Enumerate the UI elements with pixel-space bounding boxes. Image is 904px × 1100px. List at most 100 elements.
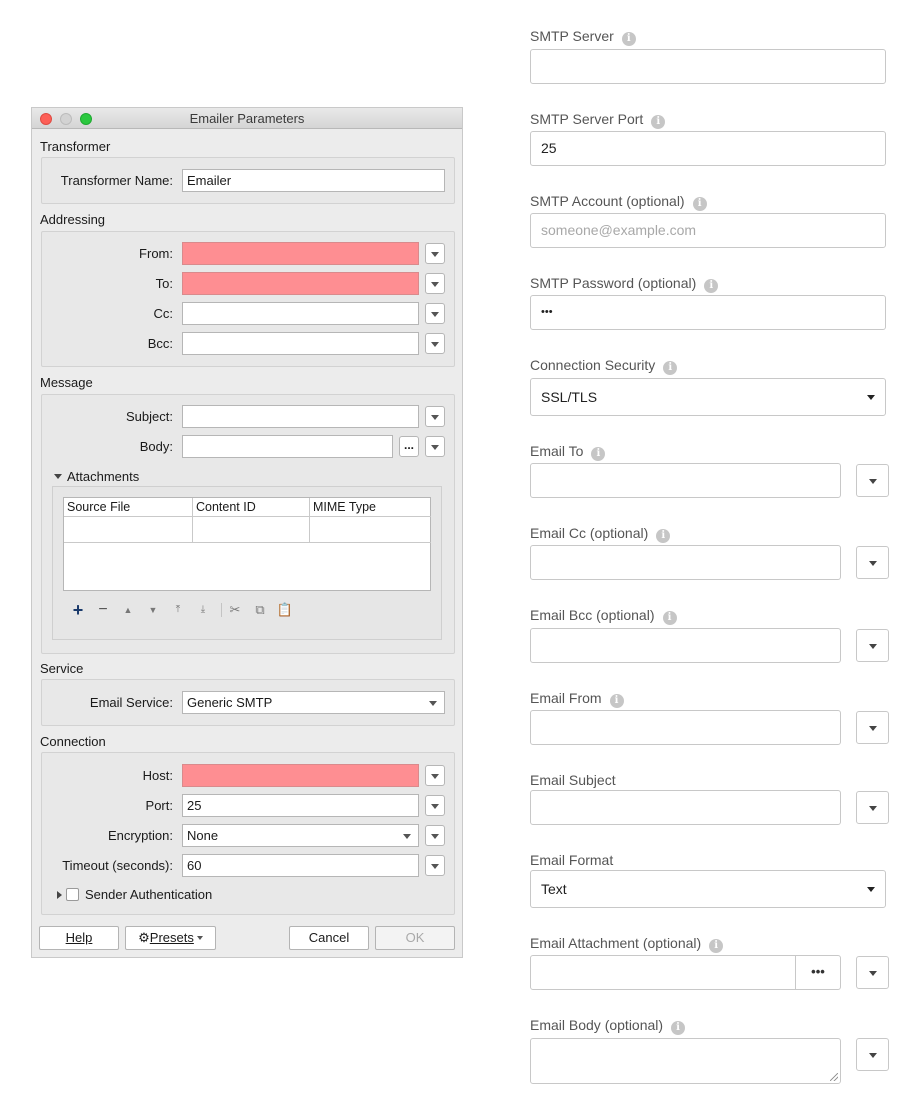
chevron-down-icon bbox=[196, 936, 203, 940]
help-button-label: Help bbox=[65, 930, 93, 945]
close-window-icon[interactable] bbox=[40, 113, 52, 125]
section-title-connection: Connection bbox=[40, 734, 106, 749]
email-bcc-dropdown-button[interactable] bbox=[856, 629, 889, 662]
smtp-server-port-input[interactable]: 25 bbox=[530, 131, 886, 166]
to-label: To: bbox=[155, 276, 173, 291]
column-header-mime-type[interactable]: MIME Type bbox=[310, 498, 431, 517]
ok-button[interactable]: OK bbox=[375, 926, 455, 950]
info-icon[interactable]: i bbox=[656, 529, 671, 543]
info-icon[interactable]: i bbox=[692, 197, 707, 211]
email-bcc-input[interactable] bbox=[530, 628, 841, 663]
connection-security-select[interactable]: SSL/TLS bbox=[530, 378, 886, 416]
body-editor-button[interactable]: ... bbox=[399, 436, 419, 457]
info-icon[interactable]: i bbox=[651, 115, 666, 129]
email-from-label: Email From i bbox=[530, 690, 624, 708]
email-subject-dropdown-button[interactable] bbox=[856, 791, 889, 824]
move-down-icon[interactable]: ▼ bbox=[144, 601, 162, 619]
email-attachment-browse-button[interactable]: ••• bbox=[795, 955, 841, 990]
resize-grip-icon[interactable] bbox=[830, 1073, 838, 1081]
timeout-dropdown-button[interactable] bbox=[425, 855, 445, 876]
zoom-window-icon[interactable] bbox=[80, 113, 92, 125]
from-field[interactable] bbox=[182, 242, 419, 265]
encryption-select[interactable]: None bbox=[182, 824, 419, 847]
subject-label: Subject: bbox=[126, 409, 173, 424]
presets-button[interactable]: ⚙Presets bbox=[125, 926, 216, 950]
paste-icon[interactable]: 📋 bbox=[276, 601, 294, 619]
move-up-icon[interactable]: ▲ bbox=[119, 601, 137, 619]
cc-dropdown-button[interactable] bbox=[425, 303, 445, 324]
smtp-account-input[interactable]: someone@example.com bbox=[530, 213, 886, 248]
attachments-table: Source File Content ID MIME Type bbox=[63, 497, 431, 591]
email-attachment-input[interactable] bbox=[530, 955, 796, 990]
info-icon[interactable]: i bbox=[609, 694, 624, 708]
email-bcc-label: Email Bcc (optional) i bbox=[530, 607, 677, 625]
service-group: Email Service: Generic SMTP bbox=[41, 679, 455, 726]
sender-authentication-toggle[interactable]: Sender Authentication bbox=[57, 887, 212, 910]
info-icon[interactable]: i bbox=[591, 447, 606, 461]
attachments-label: Attachments bbox=[67, 469, 140, 484]
from-dropdown-button[interactable] bbox=[425, 243, 445, 264]
info-icon[interactable]: i bbox=[704, 279, 719, 293]
move-to-bottom-icon[interactable]: ⤓ bbox=[194, 601, 212, 619]
sender-authentication-checkbox[interactable] bbox=[66, 888, 79, 901]
email-subject-label-text: Email Subject bbox=[530, 772, 616, 788]
help-button[interactable]: Help bbox=[39, 926, 119, 950]
table-cell[interactable] bbox=[310, 517, 431, 543]
transformer-name-field[interactable]: Emailer bbox=[182, 169, 445, 192]
cancel-button[interactable]: Cancel bbox=[289, 926, 369, 950]
column-header-source-file[interactable]: Source File bbox=[64, 498, 193, 517]
smtp-password-input[interactable]: ••• bbox=[530, 295, 886, 330]
remove-row-icon[interactable]: − bbox=[94, 601, 112, 619]
email-body-textarea[interactable] bbox=[530, 1038, 841, 1084]
host-field[interactable] bbox=[182, 764, 419, 787]
cut-icon[interactable]: ✂ bbox=[226, 601, 244, 619]
email-service-select[interactable]: Generic SMTP bbox=[182, 691, 445, 714]
add-row-icon[interactable]: + bbox=[69, 601, 87, 619]
section-title-message: Message bbox=[40, 375, 93, 390]
timeout-field[interactable]: 60 bbox=[182, 854, 419, 877]
email-cc-input[interactable] bbox=[530, 545, 841, 580]
email-format-label: Email Format bbox=[530, 852, 613, 868]
host-dropdown-button[interactable] bbox=[425, 765, 445, 786]
encryption-label: Encryption: bbox=[107, 828, 173, 843]
body-dropdown-button[interactable] bbox=[425, 436, 445, 457]
to-dropdown-button[interactable] bbox=[425, 273, 445, 294]
table-cell[interactable] bbox=[64, 517, 193, 543]
body-field[interactable] bbox=[182, 435, 393, 458]
table-cell[interactable] bbox=[193, 517, 310, 543]
email-attachment-dropdown-button[interactable] bbox=[856, 956, 889, 989]
subject-field[interactable] bbox=[182, 405, 419, 428]
attachments-toggle[interactable]: Attachments bbox=[54, 469, 139, 484]
email-to-label-text: Email To bbox=[530, 443, 584, 459]
column-header-content-id[interactable]: Content ID bbox=[193, 498, 310, 517]
copy-icon[interactable]: ⧉ bbox=[251, 601, 269, 619]
email-cc-dropdown-button[interactable] bbox=[856, 546, 889, 579]
bcc-dropdown-button[interactable] bbox=[425, 333, 445, 354]
encryption-dropdown-button[interactable] bbox=[425, 825, 445, 846]
from-label: From: bbox=[139, 246, 173, 261]
email-format-select[interactable]: Text bbox=[530, 870, 886, 908]
email-from-dropdown-button[interactable] bbox=[856, 711, 889, 744]
subject-dropdown-button[interactable] bbox=[425, 406, 445, 427]
email-subject-input[interactable] bbox=[530, 790, 841, 825]
smtp-server-input[interactable] bbox=[530, 49, 886, 84]
smtp-server-label-text: SMTP Server bbox=[530, 28, 614, 44]
bcc-field[interactable] bbox=[182, 332, 419, 355]
email-from-input[interactable] bbox=[530, 710, 841, 745]
to-field[interactable] bbox=[182, 272, 419, 295]
email-to-input[interactable] bbox=[530, 463, 841, 498]
cc-field[interactable] bbox=[182, 302, 419, 325]
info-icon[interactable]: i bbox=[662, 611, 677, 625]
email-cc-label: Email Cc (optional) i bbox=[530, 525, 671, 543]
move-to-top-icon[interactable]: ⤒ bbox=[169, 601, 187, 619]
info-icon[interactable]: i bbox=[709, 939, 724, 953]
email-to-dropdown-button[interactable] bbox=[856, 464, 889, 497]
info-icon[interactable]: i bbox=[671, 1021, 686, 1035]
minimize-window-icon[interactable] bbox=[60, 113, 72, 125]
info-icon[interactable]: i bbox=[663, 361, 678, 375]
addressing-group: From: To: Cc: Bcc: bbox=[41, 231, 455, 367]
info-icon[interactable]: i bbox=[621, 32, 636, 46]
port-field[interactable]: 25 bbox=[182, 794, 419, 817]
email-body-dropdown-button[interactable] bbox=[856, 1038, 889, 1071]
port-dropdown-button[interactable] bbox=[425, 795, 445, 816]
